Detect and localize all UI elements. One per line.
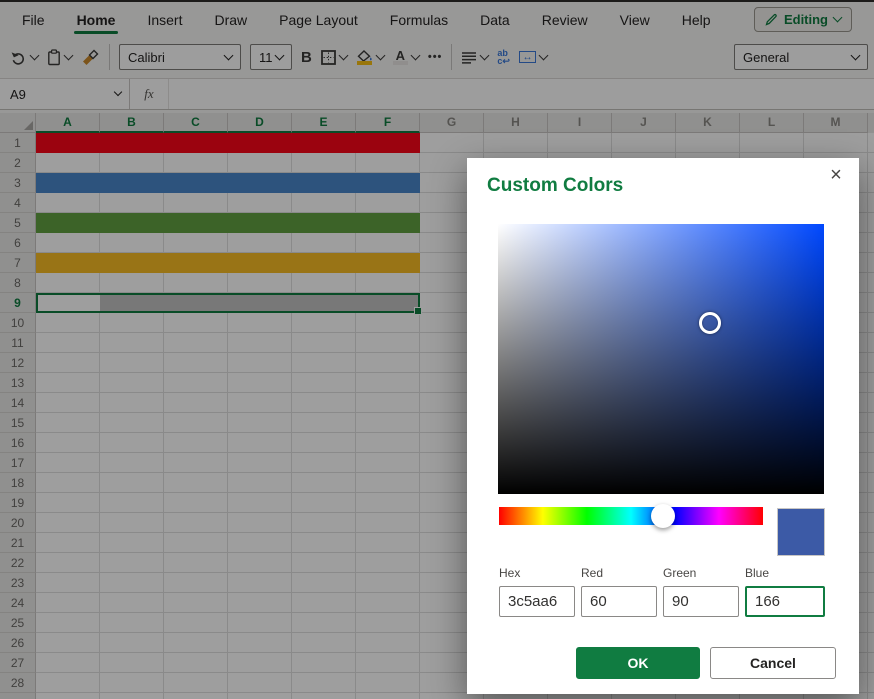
red-field[interactable] [581, 586, 657, 617]
hue-slider-thumb[interactable] [651, 504, 675, 528]
custom-colors-dialog: Custom Colors × Hex Red Green Blue OK Ca… [467, 158, 859, 694]
blue-label: Blue [745, 566, 769, 580]
green-label: Green [663, 566, 696, 580]
close-button[interactable]: × [821, 160, 851, 190]
hue-slider[interactable] [499, 507, 763, 525]
ok-button[interactable]: OK [576, 647, 700, 679]
cancel-button[interactable]: Cancel [710, 647, 836, 679]
blue-field[interactable] [745, 586, 825, 617]
close-icon: × [830, 164, 842, 187]
color-preview-swatch [777, 508, 825, 556]
excel-window: FileHomeInsertDrawPage LayoutFormulasDat… [0, 0, 874, 699]
ok-label: OK [628, 655, 649, 671]
hex-label: Hex [499, 566, 520, 580]
dialog-title: Custom Colors [487, 175, 623, 197]
green-field[interactable] [663, 586, 739, 617]
cancel-label: Cancel [750, 655, 796, 671]
saturation-value-picker[interactable] [498, 224, 824, 494]
hex-field[interactable] [499, 586, 575, 617]
red-label: Red [581, 566, 603, 580]
color-picker-cursor[interactable] [699, 312, 721, 334]
